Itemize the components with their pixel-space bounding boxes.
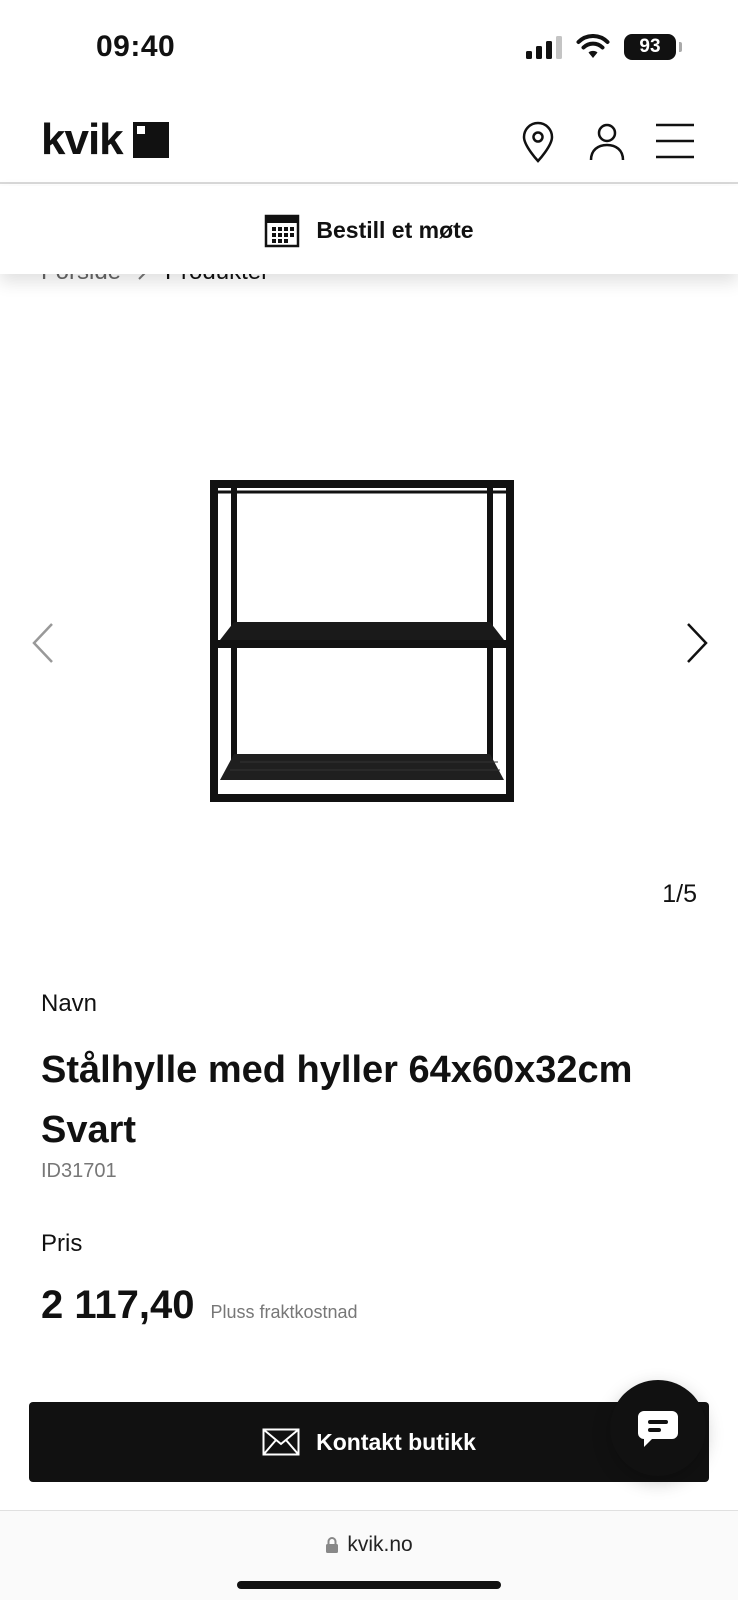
product-title: Stålhylle med hyller 64x60x32cm Svart [41,1049,633,1151]
image-counter: 1/5 [662,880,697,908]
product-id: ID31701 [41,1160,117,1182]
shipping-note: Pluss fraktkostnad [210,1302,358,1322]
menu-icon[interactable] [654,120,696,164]
chevron-right-icon[interactable] [678,618,718,668]
price-value: 2 117,40 [41,1283,195,1327]
url-text: kvik.no [347,1533,413,1556]
url-bar[interactable]: kvik.no [0,1533,738,1557]
status-icons: 93 [526,34,682,60]
price-row: 2 117,40 Pluss fraktkostnad [41,1283,358,1328]
logo-text: kvik [41,115,124,164]
book-meeting-bar[interactable]: Bestill et møte [0,186,738,274]
status-time: 09:40 [96,30,176,63]
status-bar: 09:40 93 [0,0,738,100]
chat-button[interactable] [610,1380,706,1476]
meeting-label: Bestill et møte [316,216,474,243]
contact-store-button[interactable]: Kontakt butikk [29,1402,709,1482]
chevron-left-icon[interactable] [24,618,64,668]
map-pin-icon[interactable] [516,120,560,164]
user-icon[interactable] [585,120,629,164]
product-image[interactable] [200,480,540,820]
contact-store-label: Kontakt butikk [316,1428,476,1455]
lock-icon [326,1537,339,1553]
battery-indicator: 93 [624,34,682,60]
logo-square-icon [132,122,169,158]
chat-icon [638,1411,678,1447]
price-label: Pris [41,1230,83,1257]
site-header: kvik [0,100,738,184]
browser-bar: kvik.no [0,1510,738,1600]
home-indicator [237,1581,501,1589]
cellular-signal-icon [526,35,562,59]
calendar-icon [265,214,300,248]
kvik-logo[interactable]: kvik [41,118,169,162]
name-label: Navn [41,990,98,1017]
envelope-icon [262,1428,300,1456]
wifi-icon [576,34,610,58]
